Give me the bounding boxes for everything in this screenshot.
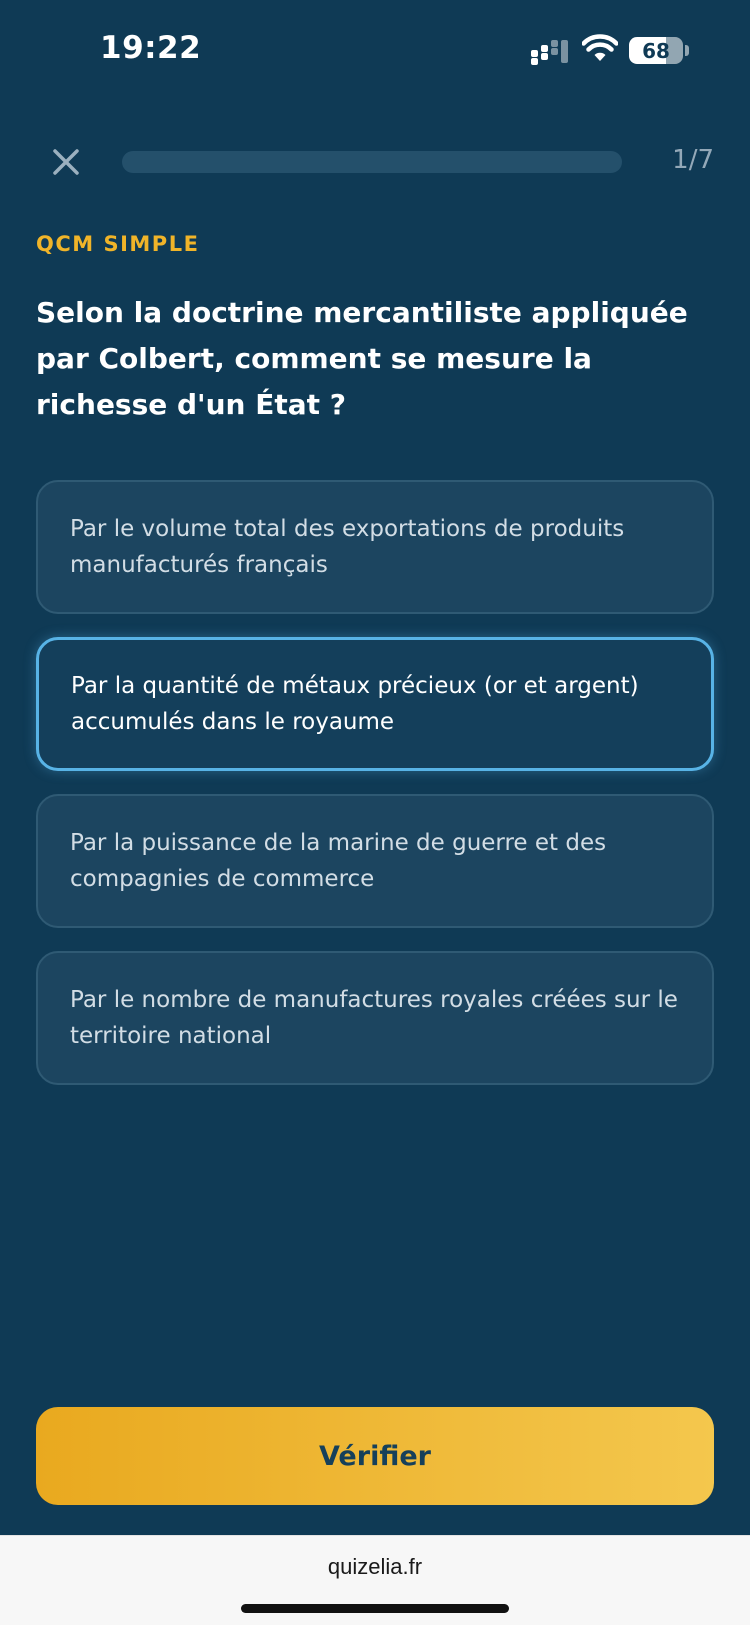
quiz-screen: 19:22 68 1/7 QCM SIMPLE Selon la doctrin… — [0, 0, 750, 1625]
status-bar: 19:22 68 — [0, 0, 750, 100]
answer-option[interactable]: Par la quantité de métaux précieux (or e… — [36, 637, 714, 771]
cellular-signal-icon — [531, 40, 571, 65]
browser-url-bar[interactable]: quizelia.fr — [0, 1535, 750, 1625]
answer-option-label: Par la puissance de la marine de guerre … — [70, 830, 607, 892]
answer-option-label: Par le nombre de manufactures royales cr… — [70, 987, 678, 1049]
answer-option-label: Par la quantité de métaux précieux (or e… — [71, 673, 639, 735]
answer-option[interactable]: Par la puissance de la marine de guerre … — [36, 794, 714, 928]
question-counter: 1/7 — [672, 145, 714, 175]
answer-option[interactable]: Par le nombre de manufactures royales cr… — [36, 951, 714, 1085]
answer-option-label: Par le volume total des exportations de … — [70, 516, 625, 578]
wifi-icon — [582, 34, 618, 61]
battery-level: 68 — [642, 38, 670, 63]
progress-bar — [122, 151, 622, 173]
answer-option[interactable]: Par le volume total des exportations de … — [36, 480, 714, 614]
question-type-label: QCM SIMPLE — [36, 232, 200, 256]
verify-button[interactable]: Vérifier — [36, 1407, 714, 1505]
close-icon — [53, 149, 79, 175]
battery-tip — [685, 45, 689, 56]
home-indicator[interactable] — [241, 1604, 509, 1613]
battery-icon: 68 — [629, 37, 683, 64]
status-time: 19:22 — [100, 30, 202, 66]
question-text: Selon la doctrine mercantiliste appliqué… — [36, 296, 688, 421]
url-text: quizelia.fr — [327, 1554, 423, 1579]
close-button[interactable] — [48, 144, 84, 180]
